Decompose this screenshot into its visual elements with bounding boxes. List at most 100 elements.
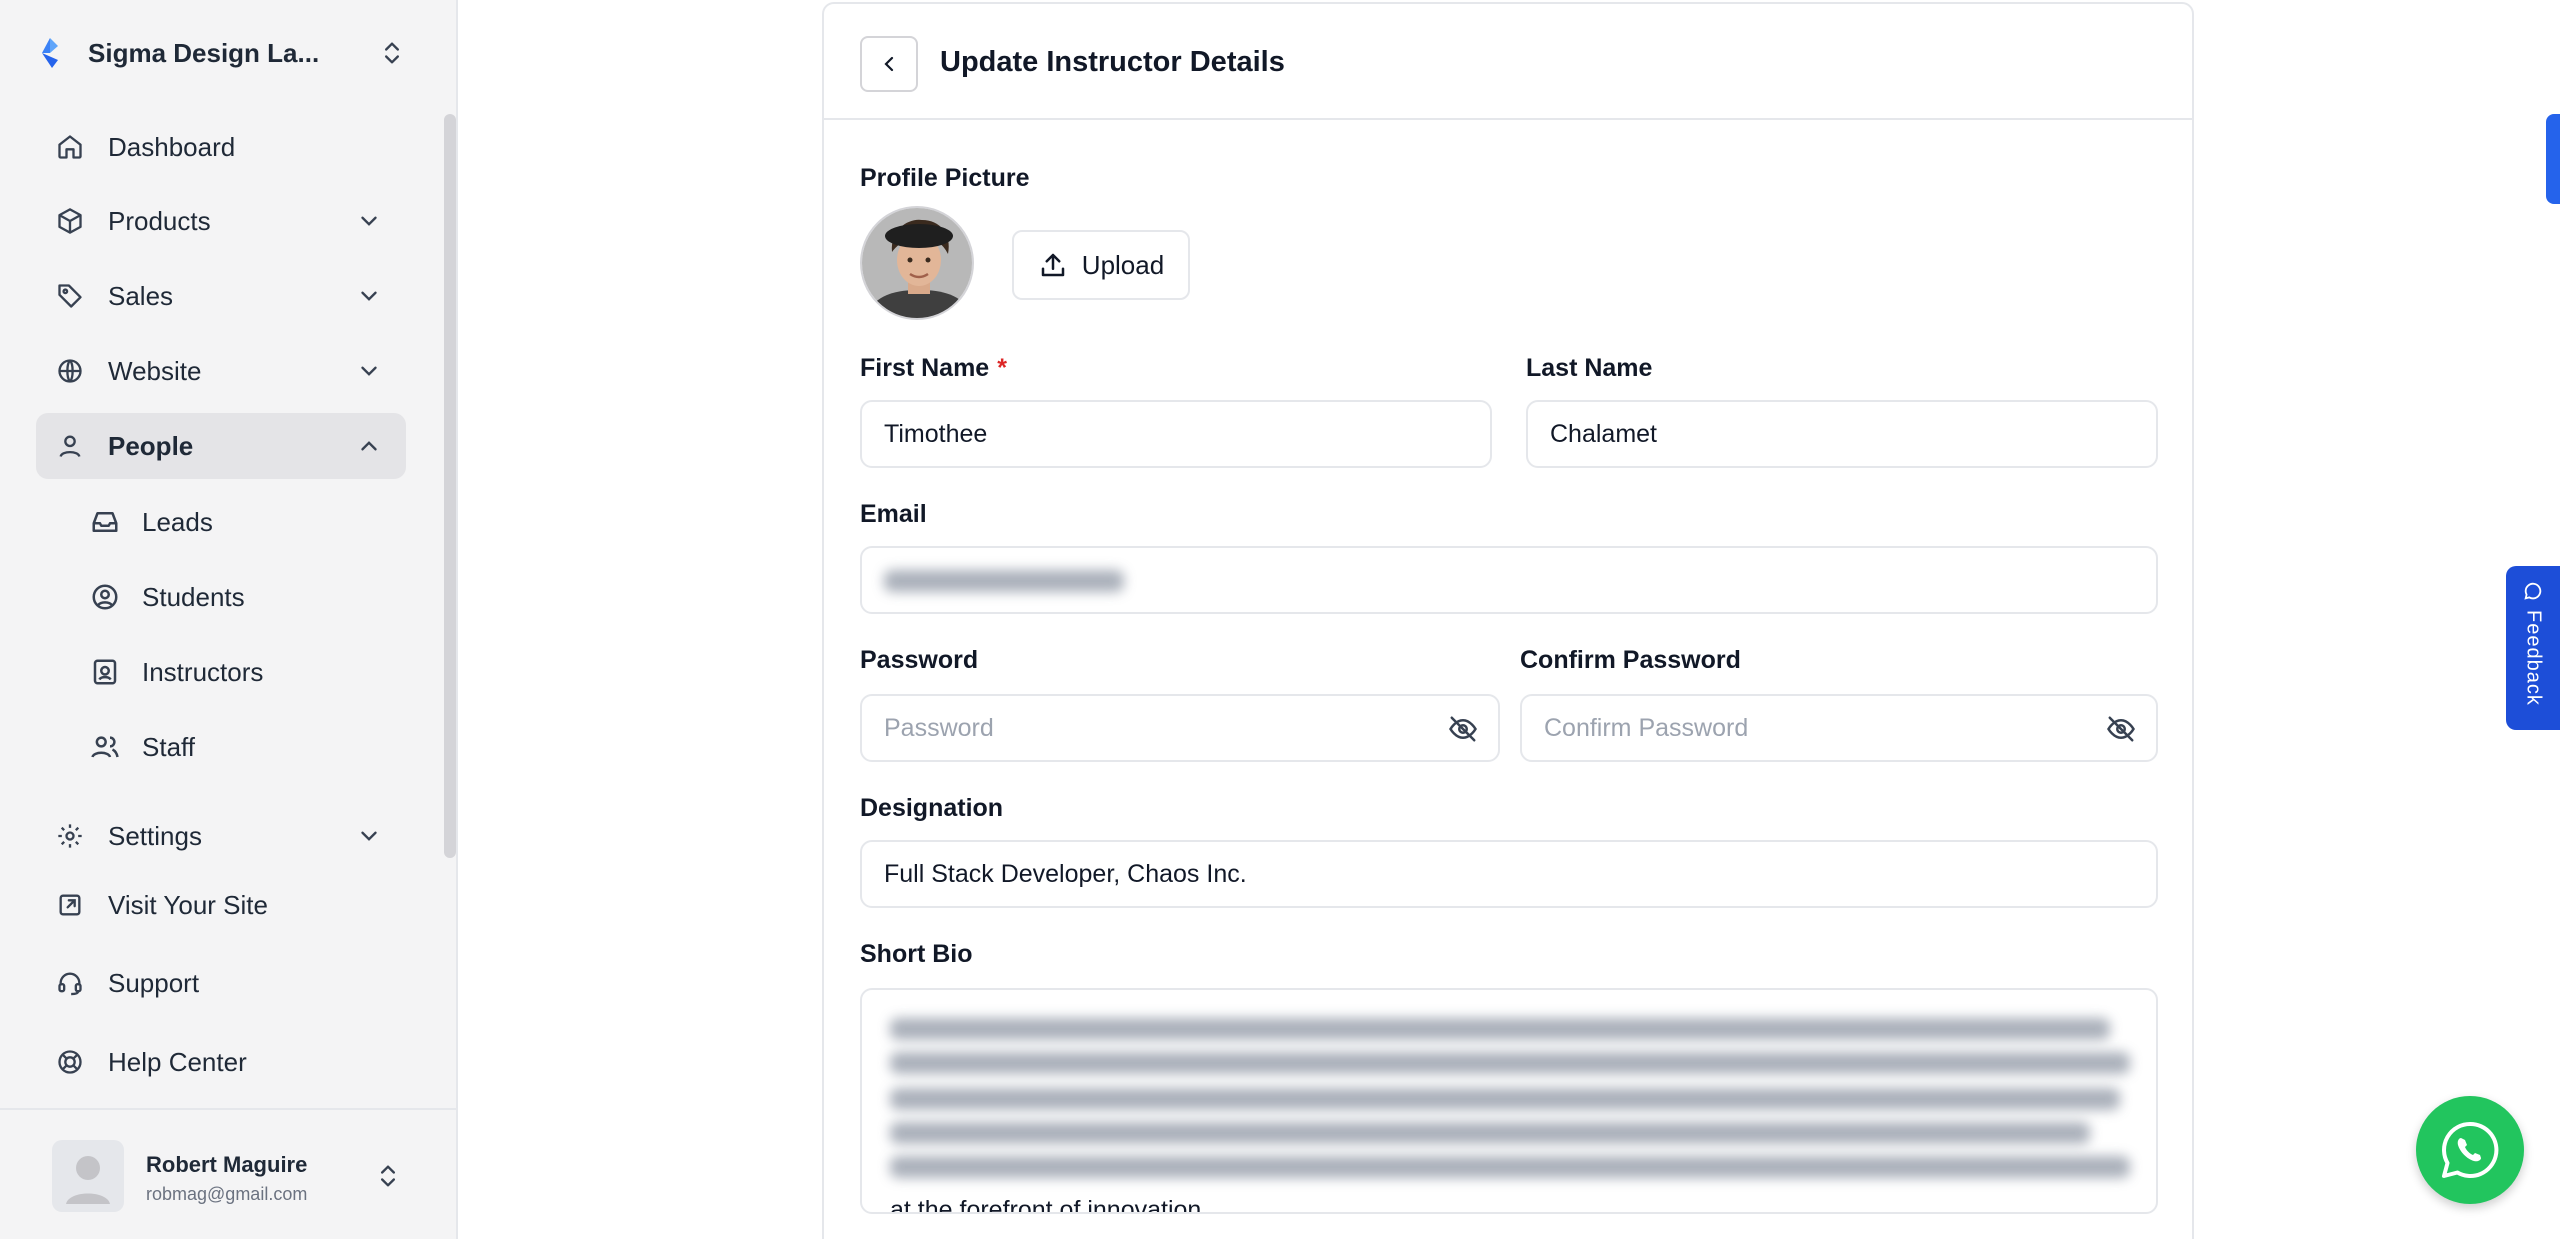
home-icon (58, 135, 82, 159)
user-icon (59, 435, 81, 458)
nav-staff-label: Staff (142, 731, 196, 762)
nav-settings[interactable]: Settings (36, 803, 406, 869)
sidebar: Sigma Design La... Dashboard Products Sa… (0, 0, 458, 1239)
password-input[interactable]: Password (860, 694, 1500, 762)
whatsapp-icon (2442, 1121, 2499, 1178)
nav-products-label: Products (108, 205, 211, 236)
nav-visit-site[interactable]: Visit Your Site (36, 872, 406, 938)
chat-bubble-icon (2524, 582, 2542, 600)
nav-website[interactable]: Website (36, 338, 406, 404)
profile-picture-label: Profile Picture (860, 164, 1030, 192)
nav-students-label: Students (142, 581, 245, 612)
nav-students[interactable]: Students (90, 567, 406, 627)
short-bio-label: Short Bio (860, 940, 973, 968)
side-panel-tab[interactable] (2546, 114, 2560, 204)
last-name-label: Last Name (1526, 354, 1653, 382)
user-menu[interactable]: Robert Maguire robmag@gmail.com (0, 1108, 458, 1239)
chevron-down-icon (361, 291, 377, 301)
nav-visit-site-label: Visit Your Site (108, 889, 268, 920)
nav-products[interactable]: Products (36, 188, 406, 254)
org-switcher[interactable]: Sigma Design La... (36, 28, 406, 78)
back-button[interactable] (860, 36, 918, 92)
sidebar-scrollbar[interactable] (444, 114, 456, 858)
card-header: Update Instructor Details (824, 4, 2192, 120)
designation-input[interactable]: Full Stack Developer, Chaos Inc. (860, 840, 2158, 908)
nav-support-label: Support (108, 967, 200, 998)
eye-off-icon[interactable] (2106, 714, 2136, 744)
nav-staff[interactable]: Staff (90, 717, 406, 777)
headset-icon (58, 972, 82, 996)
nav-leads[interactable]: Leads (90, 492, 406, 552)
nav-help-center[interactable]: Help Center (36, 1029, 406, 1095)
box-icon (58, 208, 82, 234)
chevron-up-down-icon (385, 42, 399, 64)
nav-leads-label: Leads (142, 506, 213, 537)
user-name: Robert Maguire (146, 1152, 308, 1177)
bio-redacted-line (890, 1122, 2090, 1144)
required-mark: * (997, 354, 1007, 382)
confirm-password-label: Confirm Password (1520, 646, 1741, 674)
chevron-down-icon (361, 831, 377, 841)
short-bio-visible-text: at the forefront of innovation. (890, 1196, 1209, 1214)
nav-dashboard[interactable]: Dashboard (36, 114, 406, 180)
nav-instructors[interactable]: Instructors (90, 642, 406, 702)
id-badge-icon (93, 659, 117, 685)
chevron-down-icon (361, 216, 377, 226)
chevron-left-icon (884, 56, 894, 72)
whatsapp-button[interactable] (2416, 1096, 2524, 1204)
designation-value: Full Stack Developer, Chaos Inc. (884, 859, 1247, 888)
chevron-up-icon (361, 441, 377, 451)
first-name-label: First Name * (860, 354, 1007, 383)
last-name-input[interactable]: Chalamet (1526, 400, 2158, 468)
confirm-password-placeholder: Confirm Password (1544, 713, 1749, 742)
nav-settings-label: Settings (108, 820, 202, 851)
org-name: Sigma Design La... (88, 37, 320, 68)
users-icon (91, 736, 119, 758)
external-link-icon (59, 894, 81, 916)
upload-button-label: Upload (1081, 249, 1165, 280)
nav-website-label: Website (108, 355, 202, 386)
nav-sales-label: Sales (108, 280, 174, 311)
user-placeholder-icon (66, 1156, 110, 1204)
nav-sales[interactable]: Sales (36, 263, 406, 329)
nav-dashboard-label: Dashboard (108, 131, 236, 162)
confirm-password-input[interactable]: Confirm Password (1520, 694, 2158, 762)
user-email: robmag@gmail.com (146, 1184, 308, 1204)
user-circle-icon (92, 584, 118, 610)
chevron-up-down-icon (381, 1165, 395, 1187)
email-redacted-value (884, 570, 1124, 592)
tag-icon (58, 284, 82, 308)
email-label: Email (860, 500, 927, 528)
bio-redacted-line (890, 1088, 2120, 1110)
last-name-value: Chalamet (1550, 419, 1657, 448)
feedback-label: Feedback (2522, 610, 2545, 706)
bio-redacted-line (890, 1018, 2110, 1040)
nav-people[interactable]: People (36, 413, 406, 479)
profile-photo (862, 208, 972, 318)
password-label: Password (860, 646, 979, 674)
page-title: Update Instructor Details (940, 46, 1285, 78)
gear-icon (58, 824, 82, 848)
upload-icon (1041, 253, 1065, 277)
feedback-button[interactable]: Feedback (2506, 566, 2560, 730)
nav-help-center-label: Help Center (108, 1046, 247, 1077)
avatar (52, 1140, 124, 1212)
first-name-label-text: First Name (860, 354, 990, 382)
brand-logo-icon (42, 38, 58, 68)
bio-redacted-line (890, 1052, 2130, 1074)
lifebuoy-icon (58, 1050, 82, 1074)
instructor-form-card: Update Instructor Details Profile Pictur… (822, 2, 2194, 1239)
upload-button[interactable]: Upload (1012, 230, 1190, 300)
profile-picture (860, 206, 974, 320)
first-name-input[interactable]: Timothee (860, 400, 1492, 468)
short-bio-textarea[interactable]: at the forefront of innovation. (860, 988, 2158, 1214)
designation-label: Designation (860, 794, 1004, 822)
email-input[interactable] (860, 546, 2158, 614)
chevron-down-icon (361, 366, 377, 376)
inbox-icon (92, 512, 118, 532)
password-placeholder: Password (884, 713, 994, 742)
globe-icon (58, 359, 82, 383)
nav-instructors-label: Instructors (142, 656, 264, 687)
eye-off-icon[interactable] (1448, 714, 1478, 744)
nav-support[interactable]: Support (36, 950, 406, 1016)
